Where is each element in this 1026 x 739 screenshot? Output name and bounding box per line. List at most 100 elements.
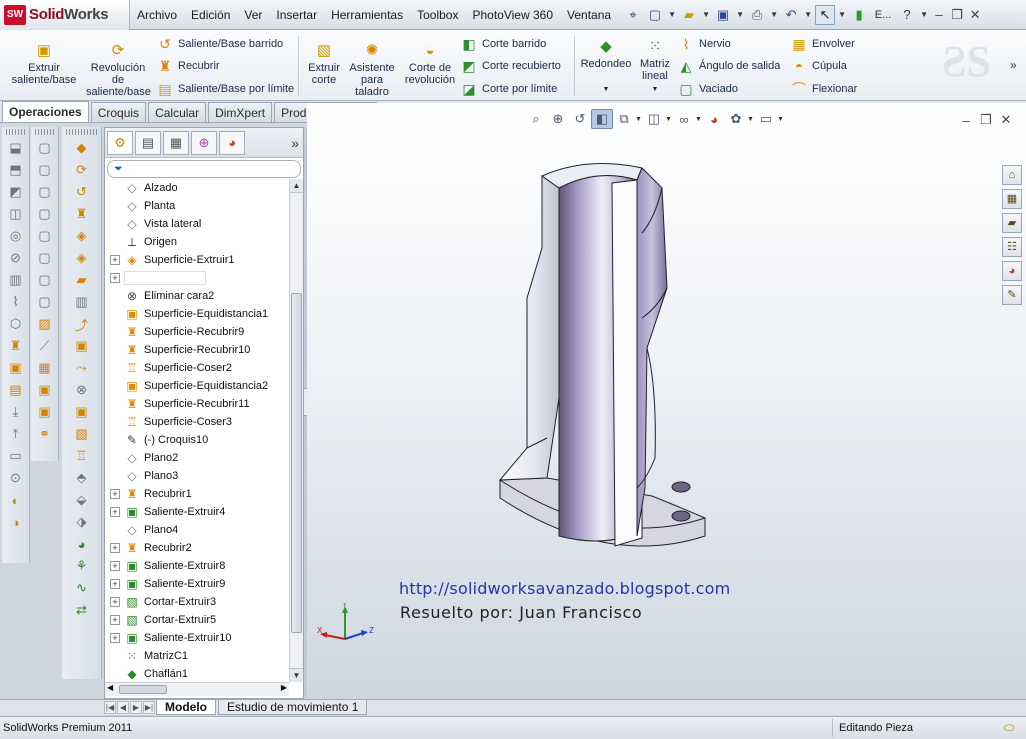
feature-tree-row[interactable]: + ♜ Recubrir2 [105,539,289,557]
toolbar-tool-icon[interactable]: ◑ [3,511,29,533]
toolbar-tool-icon[interactable]: ▧ [69,423,95,445]
toolbar-tool-icon[interactable]: ▦ [32,357,58,379]
toolbar-tool-icon[interactable]: ⊘ [3,247,29,269]
select-arrow-icon[interactable]: ↖ [815,4,836,25]
file-explorer-icon[interactable]: ▰ [1002,213,1022,233]
tag-icon[interactable]: ⬭ [992,720,1026,736]
feature-tree-row[interactable]: ✎ (-) Croquis10 [105,431,289,449]
toolbar-tool-icon[interactable]: ▣ [32,401,58,423]
open-dropdown-icon[interactable]: ▼ [701,5,711,25]
apply-scene-icon[interactable]: ✿ [725,109,747,129]
extrude-cut-button[interactable]: ▧ Extruir corte [304,42,344,86]
feature-tree-row[interactable]: ⊗ Eliminar cara2 [105,287,289,305]
print-dropdown-icon[interactable]: ▼ [769,5,779,25]
feature-tree-row[interactable]: ▣ Superficie-Equidistancia1 [105,305,289,323]
shell-button[interactable]: ▢ Vaciado [677,80,738,98]
toolbar-grip[interactable] [6,129,25,135]
toolbar-tool-icon[interactable]: ⤒ [3,423,29,445]
flex-button[interactable]: ⌒ Flexionar [790,80,857,98]
toolbar-tool-icon[interactable]: ◐ [3,489,29,511]
toolbar-tool-icon[interactable]: ▢ [32,159,58,181]
feature-tree-row[interactable]: ▣ Superficie-Equidistancia2 [105,377,289,395]
open-folder-icon[interactable]: ▰ [679,5,699,25]
feature-tree-row[interactable]: ◆ Chaflán1 [105,665,289,682]
pin-icon[interactable]: ⌖ [623,5,643,25]
new-document-icon[interactable]: ▢ [645,5,665,25]
display-style-dropdown-icon[interactable]: ▼ [665,116,673,123]
toolbar-tool-icon[interactable]: ▢ [32,247,58,269]
toolbar-tool-icon[interactable]: ⬓ [3,137,29,159]
doc-minimize-icon[interactable]: – [956,111,976,129]
appearances-icon[interactable]: ◕ [1002,261,1022,281]
save-icon[interactable]: ▣ [713,5,733,25]
toolbar-tool-icon[interactable]: ◆ [69,137,95,159]
toolbar-tool-icon[interactable]: ⬙ [69,489,95,511]
scroll-thumb[interactable] [291,293,302,633]
toolbar-tool-icon[interactable]: ⚘ [69,555,95,577]
toolbar-tool-icon[interactable]: ⤳ [69,357,95,379]
first-tab-icon[interactable]: |◀ [104,701,116,714]
hscroll-thumb[interactable] [119,685,167,694]
view-settings-dropdown-icon[interactable]: ▼ [777,116,785,123]
scroll-up-icon[interactable]: ▲ [290,179,303,193]
loft-button[interactable]: ♜ Recubrir [156,57,220,75]
tab-dimxpert[interactable]: DimXpert [208,102,273,122]
feature-tree-row[interactable]: ⁙ MatrizC1 [105,647,289,665]
feature-tree-row[interactable]: + ▣ Saliente-Extruir8 [105,557,289,575]
toolbar-tool-icon[interactable]: ◩ [3,181,29,203]
expand-toggle-icon[interactable]: + [110,561,120,571]
toolbar-tool-icon[interactable]: ▢ [32,225,58,247]
boundary-boss-button[interactable]: ▤ Saliente/Base por límite [156,80,294,98]
menu-archivo[interactable]: Archivo [130,8,184,22]
toolbar-tool-icon[interactable]: ▥ [3,269,29,291]
menu-edicion[interactable]: Edición [184,8,237,22]
hole-wizard-button[interactable]: ✺ Asistente para taladro [346,42,398,98]
feature-tree-row[interactable]: + [105,269,289,287]
tab-motion-study[interactable]: Estudio de movimiento 1 [218,700,368,715]
view-settings-icon[interactable]: ▭ [755,109,777,129]
toolbar-tool-icon[interactable]: ♖ [69,445,95,467]
new-dropdown-icon[interactable]: ▼ [667,5,677,25]
toolbar-tool-icon[interactable]: ◈ [69,225,95,247]
toolbar-tool-icon[interactable]: ⟳ [69,159,95,181]
revolve-boss-button[interactable]: ⟳ Revolución de saliente/base [86,42,151,98]
zoom-to-area-icon[interactable]: ⊕ [547,109,569,129]
revolve-cut-button[interactable]: ◒ Corte de revolución [402,42,458,86]
select-dropdown-icon[interactable]: ▼ [837,5,847,25]
tab-calcular[interactable]: Calcular [148,102,207,122]
toolbar-tool-icon[interactable]: ▣ [69,401,95,423]
close-icon[interactable]: ✕ [966,6,984,24]
toolbar-tool-icon[interactable]: ⚭ [32,423,58,445]
toolbar-tool-icon[interactable]: ◈ [69,247,95,269]
scroll-left-icon[interactable]: ◀ [107,683,113,692]
restore-icon[interactable]: ❐ [948,6,966,24]
toolbar-tool-icon[interactable]: ⟋ [32,335,58,357]
expand-toggle-icon[interactable]: + [110,255,120,265]
feature-tree-row[interactable]: ◇ Alzado [105,179,289,197]
feature-tree-tab-icon[interactable]: ⚙ [107,130,133,155]
rebuild-traffic-light-icon[interactable]: ▮ [849,5,869,25]
menu-ventana[interactable]: Ventana [560,8,618,22]
tab-croquis[interactable]: Croquis [90,102,147,122]
solidworks-logo[interactable]: SW SolidWorks [0,0,130,30]
zoom-to-fit-icon[interactable]: ⌕ [525,109,547,129]
print-icon[interactable]: ⎙ [747,5,767,25]
feature-tree-row[interactable]: + ▧ Cortar-Extruir5 [105,611,289,629]
toolbar-tool-icon[interactable]: ⬘ [69,467,95,489]
toolbar-grip[interactable] [35,129,54,135]
toolbar-tool-icon[interactable]: ↺ [69,181,95,203]
tab-modelo[interactable]: Modelo [156,700,216,715]
feature-tree-row[interactable]: + ▣ Saliente-Extruir10 [105,629,289,647]
tree-horizontal-scrollbar[interactable]: ◀ ▶ [105,682,289,696]
hide-show-items-icon[interactable]: ∞ [673,109,695,129]
pattern-dropdown-icon[interactable]: ▼ [636,84,674,96]
view-palette-icon[interactable]: ☷ [1002,237,1022,257]
expand-toggle-icon[interactable]: + [110,273,120,283]
edit-appearance-icon[interactable]: ◕ [703,109,725,129]
toolbar-tool-icon[interactable]: ⤓ [3,401,29,423]
menu-herramientas[interactable]: Herramientas [324,8,410,22]
toolbar-tool-icon[interactable]: ▣ [3,357,29,379]
menu-toolbox[interactable]: Toolbox [410,8,465,22]
toolbar-tool-icon[interactable]: ♜ [3,335,29,357]
doc-close-icon[interactable]: ✕ [996,111,1016,129]
